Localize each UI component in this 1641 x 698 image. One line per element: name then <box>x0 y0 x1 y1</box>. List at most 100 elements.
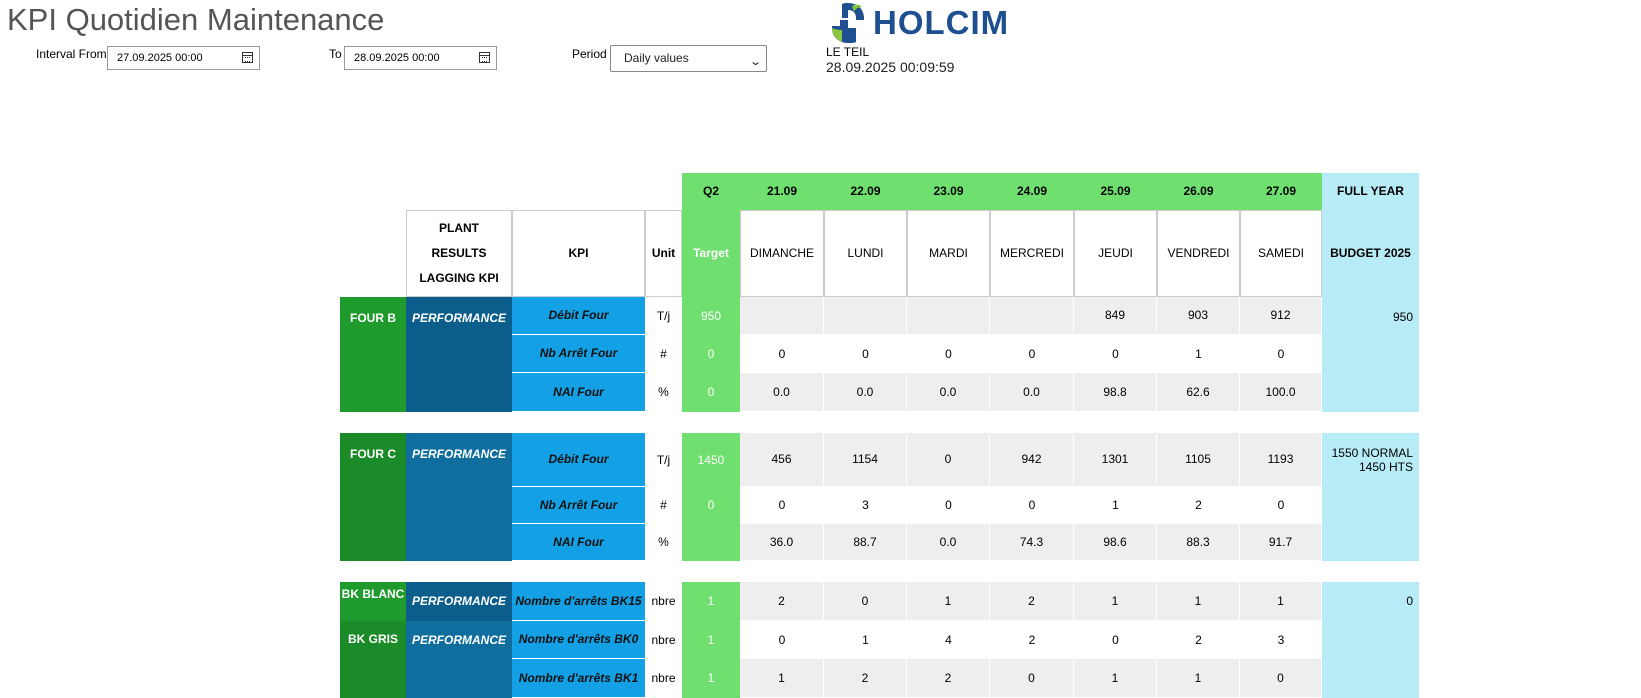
value-cell: 0.0 <box>990 373 1074 412</box>
report-timestamp: 28.09.2025 00:09:59 <box>826 59 955 75</box>
date-header: 26.09 <box>1157 173 1240 210</box>
value-cell: 0 <box>1240 659 1322 698</box>
value-cell: 0 <box>824 582 907 621</box>
target-cell: 1450 <box>682 433 740 487</box>
value-cell: 912 <box>1240 297 1322 335</box>
value-cell: 2 <box>1157 621 1240 659</box>
group-label-four-b: FOUR B <box>340 297 406 412</box>
kpi-name: Nombre d'arrêts BK15 <box>512 582 645 621</box>
budget-cell: 950 <box>1322 297 1419 412</box>
date-header: 27.09 <box>1240 173 1322 210</box>
value-cell: 0 <box>1240 335 1322 373</box>
interval-from-field[interactable]: 27.09.2025 00:00 <box>107 46 260 70</box>
value-cell: 456 <box>740 433 824 487</box>
value-cell: 0 <box>990 659 1074 698</box>
value-cell: 3 <box>1240 621 1322 659</box>
value-cell: 0 <box>824 335 907 373</box>
to-label: To <box>329 47 342 61</box>
value-cell: 849 <box>1074 297 1157 335</box>
value-cell: 0 <box>740 335 824 373</box>
interval-from-label: Interval From <box>36 47 107 61</box>
value-cell: 74.3 <box>990 524 1074 561</box>
group-label-bk-blanc: BK BLANC <box>340 582 406 621</box>
day-header: DIMANCHE <box>740 210 824 297</box>
kpi-name: Nombre d'arrêts BK0 <box>512 621 645 659</box>
holcim-logo-icon <box>832 3 864 43</box>
value-cell: 0.0 <box>740 373 824 412</box>
budget-line: 1450 HTS <box>1358 460 1413 474</box>
kpi-name: Nb Arrêt Four <box>512 335 645 373</box>
value-cell: 0 <box>740 487 824 524</box>
value-cell: 2 <box>990 621 1074 659</box>
plant-results-header: PLANT RESULTS LAGGING KPI <box>406 210 512 297</box>
quarter-header: Q2 <box>682 173 740 210</box>
unit-cell: nbre <box>645 659 682 698</box>
value-cell: 0 <box>990 487 1074 524</box>
value-cell: 36.0 <box>740 524 824 561</box>
value-cell: 98.6 <box>1074 524 1157 561</box>
value-cell: 2 <box>907 659 990 698</box>
value-cell: 91.7 <box>1240 524 1322 561</box>
unit-cell: T/j <box>645 433 682 487</box>
target-cell: 1 <box>682 621 740 659</box>
value-cell: 4 <box>907 621 990 659</box>
date-header: 21.09 <box>740 173 824 210</box>
unit-cell: # <box>645 335 682 373</box>
value-cell: 0 <box>907 335 990 373</box>
target-cell: 0 <box>682 335 740 373</box>
kpi-name: Nombre d'arrêts BK1 <box>512 659 645 698</box>
budget-header: BUDGET 2025 <box>1322 210 1419 297</box>
value-cell <box>740 297 824 335</box>
calendar-icon[interactable] <box>242 52 253 63</box>
kpi-name: NAI Four <box>512 524 645 561</box>
value-cell: 2 <box>740 582 824 621</box>
target-cell: 0 <box>682 373 740 412</box>
value-cell: 100.0 <box>1240 373 1322 412</box>
plant-results-line: PLANT <box>439 221 479 235</box>
category-label: PERFORMANCE <box>406 297 512 412</box>
to-field[interactable]: 28.09.2025 00:00 <box>344 46 497 70</box>
value-cell: 88.7 <box>824 524 907 561</box>
budget-cell: 1550 NORMAL 1450 HTS <box>1322 433 1419 561</box>
value-cell: 1 <box>740 659 824 698</box>
site-name: LE TEIL <box>826 45 870 59</box>
group-label-four-c: FOUR C <box>340 433 406 561</box>
kpi-header: KPI <box>512 210 645 297</box>
value-cell: 1 <box>1074 487 1157 524</box>
to-value: 28.09.2025 00:00 <box>354 52 440 64</box>
period-label: Period <box>572 47 607 61</box>
value-cell: 1193 <box>1240 433 1322 487</box>
date-header: 25.09 <box>1074 173 1157 210</box>
value-cell: 2 <box>990 582 1074 621</box>
day-header: JEUDI <box>1074 210 1157 297</box>
plant-results-line: RESULTS <box>431 246 487 260</box>
value-cell: 903 <box>1157 297 1240 335</box>
target-cell: 0 <box>682 487 740 524</box>
value-cell: 1 <box>907 582 990 621</box>
unit-cell: # <box>645 487 682 524</box>
page-title: KPI Quotidien Maintenance <box>7 2 385 37</box>
category-label: PERFORMANCE <box>406 433 512 561</box>
value-cell: 1301 <box>1074 433 1157 487</box>
value-cell: 0.0 <box>824 373 907 412</box>
value-cell: 0 <box>1240 487 1322 524</box>
value-cell: 942 <box>990 433 1074 487</box>
value-cell: 98.8 <box>1074 373 1157 412</box>
value-cell: 0 <box>907 433 990 487</box>
category-label: PERFORMANCE <box>406 582 512 621</box>
value-cell: 1 <box>824 621 907 659</box>
day-header: MERCREDI <box>990 210 1074 297</box>
unit-cell: % <box>645 524 682 561</box>
day-header: MARDI <box>907 210 990 297</box>
value-cell: 2 <box>1157 487 1240 524</box>
kpi-name: Débit Four <box>512 433 645 487</box>
chevron-down-icon: ⌄ <box>748 56 762 68</box>
target-header: Target <box>682 210 740 297</box>
calendar-icon[interactable] <box>479 52 490 63</box>
value-cell: 1 <box>1240 582 1322 621</box>
value-cell: 0.0 <box>907 524 990 561</box>
period-select[interactable]: Daily values ⌄ <box>610 45 767 72</box>
budget-line: 1550 NORMAL <box>1331 446 1413 460</box>
category-label: PERFORMANCE <box>406 621 512 698</box>
target-cell: 1 <box>682 582 740 621</box>
